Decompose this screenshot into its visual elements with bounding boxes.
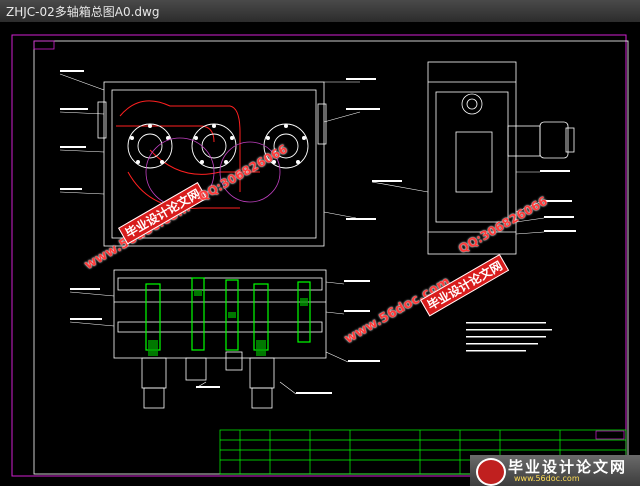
section-fills — [148, 290, 308, 356]
tool-holders — [141, 351, 275, 409]
tech-requirements-lines — [466, 322, 552, 352]
side-knob — [539, 121, 575, 159]
logo-mark-icon — [476, 458, 506, 486]
window-title: ZHJC-02多轴箱总图A0.dwg — [6, 5, 160, 19]
logo-url: www.56doc.com — [514, 474, 580, 483]
sheet-label-box — [33, 40, 55, 50]
drawing-canvas[interactable]: www.56doc.com 毕业设计论文网 QQ:306826066 www.5… — [0, 22, 640, 486]
site-logo: 毕业设计论文网 www.56doc.com — [470, 455, 640, 486]
inner-border — [33, 40, 629, 475]
title-block-label-box — [595, 430, 625, 440]
window-title-bar: ZHJC-02多轴箱总图A0.dwg — [0, 0, 640, 23]
front-annotations — [60, 70, 380, 220]
section-annotations — [70, 280, 380, 394]
side-view — [427, 61, 541, 255]
